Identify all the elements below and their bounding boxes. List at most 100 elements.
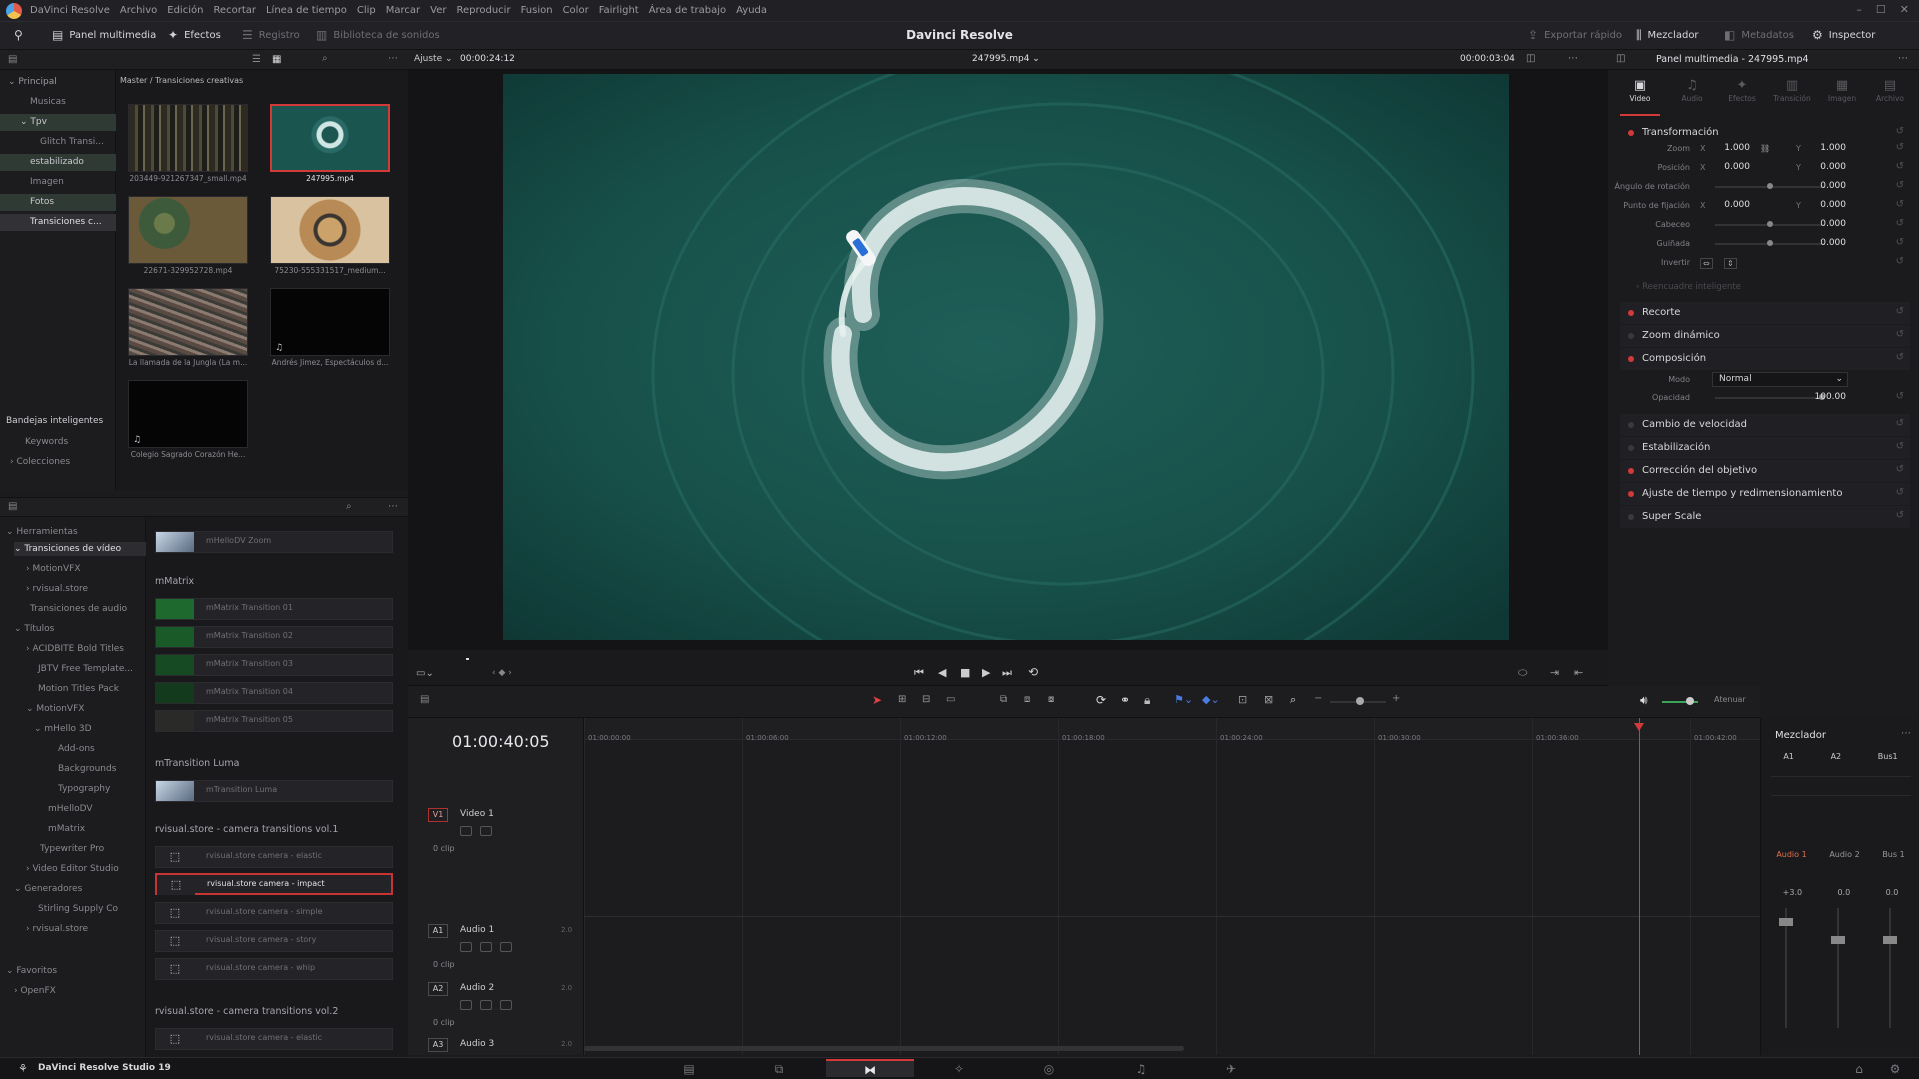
enable-dot-icon[interactable] — [1628, 310, 1634, 316]
mute-icon[interactable] — [500, 1000, 512, 1010]
clip-thumbnail[interactable] — [128, 104, 248, 172]
playhead[interactable] — [1634, 718, 1644, 1055]
reset-icon[interactable]: ↺ — [1896, 418, 1904, 429]
tree-transiciones-audio[interactable]: Transiciones de audio — [30, 604, 127, 614]
replace-clip-icon[interactable]: ⧇ — [1048, 694, 1054, 705]
more-options-icon[interactable]: ⋯ — [388, 53, 398, 64]
position-x-value[interactable]: 0.000 — [1710, 162, 1750, 172]
effect-item[interactable]: mHelloDV Zoom — [155, 531, 393, 553]
fusion-page-icon[interactable]: ✧ — [944, 1062, 974, 1076]
menu-ayuda[interactable]: Ayuda — [736, 5, 767, 16]
stop-icon[interactable]: ■ — [960, 666, 970, 679]
bin-glitch[interactable]: Glitch Transi... — [0, 134, 116, 151]
tree-stirling[interactable]: Stirling Supply Co — [38, 904, 118, 914]
clip-thumbnail[interactable]: ♫ — [270, 288, 390, 356]
clip-name-dropdown[interactable]: 247995.mp4 ⌄ — [972, 54, 1040, 64]
effect-item[interactable]: mMatrix Transition 01 — [155, 598, 393, 620]
fader-handle-bus1[interactable] — [1883, 936, 1897, 944]
reset-icon[interactable]: ↺ — [1896, 180, 1904, 191]
tree-favoritos[interactable]: ⌄ Favoritos — [6, 966, 57, 976]
clip-thumbnail-selected[interactable] — [270, 104, 390, 172]
play-icon[interactable]: ▶ — [982, 666, 990, 679]
track-audio-2[interactable]: A2 Audio 2 2.0 0 clip — [408, 982, 584, 1038]
reset-icon[interactable]: ↺ — [1896, 142, 1904, 153]
match-frame-icon[interactable]: ⬭ — [1518, 666, 1527, 680]
effect-item-selected[interactable]: ⬚ rvisual.store camera - impact — [155, 873, 393, 895]
search-icon[interactable]: ⌕ — [346, 501, 352, 512]
enable-dot-icon[interactable] — [1628, 491, 1634, 497]
track-audio-1[interactable]: A1 Audio 1 2.0 0 clip — [408, 924, 584, 980]
zoom-detail-icon[interactable]: ⊠ — [1264, 693, 1273, 706]
reset-icon[interactable]: ↺ — [1896, 256, 1904, 267]
section-correccion-objetivo[interactable]: Corrección del objetivo ↺ — [1620, 460, 1910, 482]
linked-selection-icon[interactable]: ⚭ — [1120, 693, 1130, 707]
reset-icon[interactable]: ↺ — [1896, 161, 1904, 172]
menu-ver[interactable]: Ver — [430, 5, 446, 16]
viewer-layout-icon[interactable]: ▭⌄ — [416, 668, 434, 679]
tree-typewriter[interactable]: Typewriter Pro — [40, 844, 104, 854]
tree-mhello3d[interactable]: ⌄ mHello 3D — [34, 724, 92, 734]
viewer-mode-icon[interactable]: ◫ — [1526, 53, 1535, 64]
reset-icon[interactable]: ↺ — [1896, 237, 1904, 248]
fit-dropdown[interactable]: Ajuste ⌄ — [414, 54, 453, 64]
settings-icon[interactable]: ⚙ — [1880, 1062, 1910, 1076]
bin-tpv[interactable]: ⌄ Tpv — [0, 114, 116, 131]
index-button[interactable]: ☰ Registro — [242, 28, 300, 42]
marker-icon[interactable]: ◆⌄ — [1202, 693, 1220, 706]
effect-item[interactable]: mTransition Luma — [155, 780, 393, 802]
bin-musicas[interactable]: Musicas — [0, 94, 116, 111]
maximize-icon[interactable]: ☐ — [1876, 3, 1886, 16]
tree-transiciones-video[interactable]: ⌄ Transiciones de vídeo — [14, 542, 154, 556]
menu-fusion[interactable]: Fusion — [521, 5, 553, 16]
thumbnail-view-icon[interactable]: ▦ — [272, 54, 281, 65]
effects-button[interactable]: ✦ Efectos — [168, 28, 221, 42]
effects-group-header[interactable]: rvisual.store - camera transitions vol.1 — [155, 824, 338, 835]
tab-image[interactable]: ▦ Imagen — [1822, 78, 1862, 103]
menu-area-trabajo[interactable]: Área de trabajo — [649, 5, 726, 16]
fairlight-page-icon[interactable]: ♫ — [1126, 1062, 1156, 1076]
menu-recortar[interactable]: Recortar — [213, 5, 256, 16]
tree-herramientas[interactable]: ⌄ Herramientas — [6, 527, 78, 537]
enable-dot-icon[interactable] — [1628, 445, 1634, 451]
flip-horizontal-icon[interactable]: ⇔ — [1700, 258, 1713, 269]
mark-out-icon[interactable]: ⇤ — [1574, 666, 1583, 679]
effect-item[interactable]: mMatrix Transition 03 — [155, 654, 393, 676]
quick-export-button[interactable]: ⇪ Exportar rápido — [1528, 28, 1622, 42]
tree-addons[interactable]: Add-ons — [58, 744, 95, 754]
tab-effects[interactable]: ✦ Efectos — [1722, 78, 1762, 103]
flip-vertical-icon[interactable]: ⇕ — [1724, 258, 1737, 269]
tree-jbtv[interactable]: JBTV Free Template... — [38, 664, 133, 674]
bin-imagen[interactable]: Imagen — [0, 174, 116, 191]
section-cambio-velocidad[interactable]: Cambio de velocidad ↺ — [1620, 414, 1910, 436]
rotation-value[interactable]: 0.000 — [1806, 181, 1846, 191]
tree-rvisual-gen[interactable]: › rvisual.store — [26, 924, 88, 934]
inspector-button[interactable]: ⚙ Inspector — [1812, 28, 1875, 42]
bin-principal[interactable]: ⌄ Principal — [0, 74, 116, 91]
overwrite-clip-icon[interactable]: ⧈ — [1024, 694, 1030, 705]
tree-mhellodv[interactable]: mHelloDV — [48, 804, 93, 814]
reset-icon[interactable]: ↺ — [1896, 352, 1904, 363]
position-y-value[interactable]: 0.000 — [1806, 162, 1846, 172]
close-icon[interactable]: ✕ — [1900, 3, 1909, 16]
yaw-value[interactable]: 0.000 — [1806, 238, 1846, 248]
effects-group-header[interactable]: rvisual.store - camera transitions vol.2 — [155, 1006, 338, 1017]
timeline-ruler[interactable]: 01:00:00:00 01:00:06:00 01:00:12:00 01:0… — [584, 718, 1760, 742]
clip-thumbnail[interactable] — [128, 288, 248, 356]
track-audio-3[interactable]: A3 Audio 3 2.0 — [408, 1038, 584, 1055]
tree-video-editor-studio[interactable]: › Video Editor Studio — [26, 864, 119, 874]
bin-estabilizado[interactable]: estabilizado — [0, 154, 116, 171]
lock-track-icon[interactable] — [460, 942, 472, 952]
timeline-scrollbar[interactable] — [584, 1046, 1184, 1051]
blade-tool-icon[interactable]: ▭ — [946, 694, 955, 705]
workspace-icon[interactable]: ⚲ — [14, 28, 23, 42]
fader-handle-a2[interactable] — [1831, 936, 1845, 944]
effect-item[interactable]: mMatrix Transition 02 — [155, 626, 393, 648]
zoom-out-icon[interactable]: − — [1314, 693, 1322, 704]
metadata-button[interactable]: ◧ Metadatos — [1724, 28, 1794, 42]
reset-icon[interactable]: ↺ — [1896, 306, 1904, 317]
reset-icon[interactable]: ↺ — [1896, 218, 1904, 229]
reverse-play-icon[interactable]: ◀ — [938, 666, 946, 679]
reset-icon[interactable]: ↺ — [1896, 199, 1904, 210]
list-view-icon[interactable]: ☰ — [252, 54, 261, 65]
more-options-icon[interactable]: ⋯ — [1568, 53, 1578, 64]
